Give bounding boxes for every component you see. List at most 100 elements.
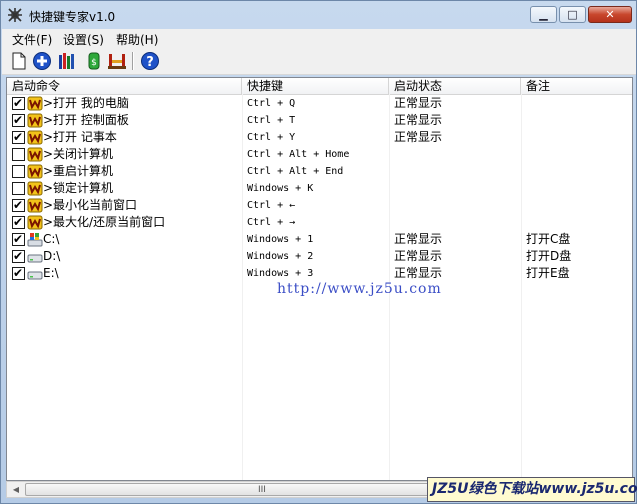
table-row[interactable]: ✔ C:\ Windows + 1 正常显示 打开C盘 — [7, 231, 632, 248]
menu-help[interactable]: 帮助(H) — [116, 31, 158, 48]
note-cell: 打开D盘 — [526, 249, 572, 263]
row-checkbox[interactable] — [12, 148, 25, 161]
column-header-hotkey[interactable]: 快捷键 — [242, 78, 389, 94]
menu-bar: 文件(F) 设置(S) 帮助(H) — [2, 29, 636, 47]
menu-file[interactable]: 文件(F) — [12, 31, 52, 48]
system-drive-icon — [27, 233, 43, 247]
command-cell: >打开 我的电脑 — [43, 96, 129, 110]
command-cell: >打开 控制面板 — [43, 113, 129, 127]
add-icon[interactable] — [32, 51, 52, 71]
row-checkbox[interactable] — [12, 165, 25, 178]
checkmark-icon: ✔ — [13, 249, 24, 263]
table-row[interactable]: >重启计算机 Ctrl + Alt + End — [7, 163, 632, 180]
checkmark-icon: ✔ — [13, 215, 24, 229]
command-cell: >重启计算机 — [43, 164, 114, 178]
table-row[interactable]: ✔ >最小化当前窗口 Ctrl + ← — [7, 197, 632, 214]
row-checkbox[interactable]: ✔ — [12, 198, 25, 212]
app-window: 快捷键专家v1.0 ▁ □ ✕ 文件(F) 设置(S) 帮助(H) $ ? 启动… — [0, 0, 637, 504]
hotkey-cell: Ctrl + → — [247, 217, 296, 228]
row-checkbox[interactable]: ✔ — [12, 266, 25, 280]
close-icon: ✕ — [605, 8, 615, 21]
svg-text:?: ? — [146, 55, 154, 70]
table-row[interactable]: ✔ E:\ Windows + 3 正常显示 打开E盘 — [7, 265, 632, 282]
hotkey-cell: Ctrl + Alt + End — [247, 166, 344, 177]
column-header-status[interactable]: 启动状态 — [389, 78, 521, 94]
hotkey-cell: Ctrl + Alt + Home — [247, 149, 350, 160]
hotkey-cell: Ctrl + ← — [247, 200, 296, 211]
table-row[interactable]: ✔ D:\ Windows + 2 正常显示 打开D盘 — [7, 248, 632, 265]
winamp-icon — [27, 147, 43, 162]
table-row[interactable]: >锁定计算机 Windows + K — [7, 180, 632, 197]
checkmark-icon: ✔ — [13, 232, 24, 246]
note-cell: 打开C盘 — [526, 232, 571, 246]
menu-settings[interactable]: 设置(S) — [63, 31, 104, 48]
row-checkbox[interactable]: ✔ — [12, 113, 25, 127]
checkmark-icon: ✔ — [13, 130, 24, 144]
table-row[interactable]: ✔ >打开 控制面板 Ctrl + T 正常显示 — [7, 112, 632, 129]
status-cell: 正常显示 — [394, 96, 443, 110]
hotkey-cell: Windows + 3 — [247, 268, 314, 279]
row-checkbox[interactable]: ✔ — [12, 215, 25, 229]
table-row[interactable]: >关闭计算机 Ctrl + Alt + Home — [7, 146, 632, 163]
toolbar-separator — [132, 52, 134, 70]
row-checkbox[interactable]: ✔ — [12, 96, 25, 110]
minimize-button[interactable]: ▁ — [530, 6, 557, 23]
help-icon[interactable]: ? — [140, 51, 160, 71]
scrollbar-grip: III — [258, 485, 266, 495]
checkmark-icon: ✔ — [13, 113, 24, 127]
winamp-icon — [27, 164, 43, 179]
winamp-icon — [27, 181, 43, 196]
status-cell: 正常显示 — [394, 249, 443, 263]
toolbar: $ ? — [2, 47, 636, 75]
row-checkbox[interactable]: ✔ — [12, 249, 25, 263]
column-header-note[interactable]: 备注 — [521, 78, 632, 94]
new-document-icon[interactable] — [9, 51, 29, 71]
svg-text:$: $ — [91, 58, 97, 68]
watermark-banner: JZ5U绿色下载站www.jz5u.com — [427, 477, 637, 502]
checkmark-icon: ✔ — [13, 266, 24, 280]
shortcut-list[interactable]: 启动命令 快捷键 启动状态 备注 ✔ >打开 我的电脑 Ctrl + Q 正常显示 ✔ >… — [6, 77, 633, 481]
drive-icon — [27, 254, 43, 263]
checkmark-icon: ✔ — [13, 96, 24, 110]
table-row[interactable]: ✔ >最大化/还原当前窗口 Ctrl + → — [7, 214, 632, 231]
winamp-icon — [27, 96, 43, 111]
command-cell: >打开 记事本 — [43, 130, 117, 144]
minimize-icon: ▁ — [539, 8, 548, 21]
close-button[interactable]: ✕ — [588, 6, 632, 23]
key-settings-icon[interactable] — [107, 51, 127, 71]
winamp-icon — [27, 198, 43, 213]
hotkey-cell: Windows + 1 — [247, 234, 314, 245]
library-icon[interactable] — [57, 51, 77, 71]
hotkey-cell: Ctrl + Y — [247, 132, 296, 143]
command-cell: >锁定计算机 — [43, 181, 114, 195]
table-row[interactable]: ✔ >打开 记事本 Ctrl + Y 正常显示 — [7, 129, 632, 146]
winamp-icon — [27, 130, 43, 145]
green-status-icon[interactable]: $ — [84, 51, 104, 71]
status-cell: 正常显示 — [394, 113, 443, 127]
maximize-button[interactable]: □ — [559, 6, 586, 23]
hotkey-cell: Windows + 2 — [247, 251, 314, 262]
title-bar[interactable]: 快捷键专家v1.0 ▁ □ ✕ — [1, 1, 636, 29]
maximize-icon: □ — [567, 8, 578, 21]
scroll-left-icon[interactable]: ◀ — [8, 482, 24, 497]
table-row[interactable]: ✔ >打开 我的电脑 Ctrl + Q 正常显示 — [7, 95, 632, 112]
column-header-command[interactable]: 启动命令 — [7, 78, 242, 94]
status-cell: 正常显示 — [394, 232, 443, 246]
row-checkbox[interactable]: ✔ — [12, 130, 25, 144]
command-cell: C:\ — [43, 232, 60, 246]
app-logo-icon — [8, 8, 22, 22]
row-checkbox[interactable]: ✔ — [12, 232, 25, 246]
drive-icon — [27, 271, 43, 280]
hotkey-cell: Ctrl + T — [247, 115, 296, 126]
command-cell: E:\ — [43, 266, 59, 280]
command-cell: >最小化当前窗口 — [43, 198, 138, 212]
status-cell: 正常显示 — [394, 266, 443, 280]
window-title: 快捷键专家v1.0 — [29, 10, 116, 24]
winamp-icon — [27, 215, 43, 230]
command-cell: >关闭计算机 — [43, 147, 114, 161]
command-cell: D:\ — [43, 249, 61, 263]
winamp-icon — [27, 113, 43, 128]
row-checkbox[interactable] — [12, 182, 25, 195]
checkmark-icon: ✔ — [13, 198, 24, 212]
command-cell: >最大化/还原当前窗口 — [43, 215, 166, 229]
